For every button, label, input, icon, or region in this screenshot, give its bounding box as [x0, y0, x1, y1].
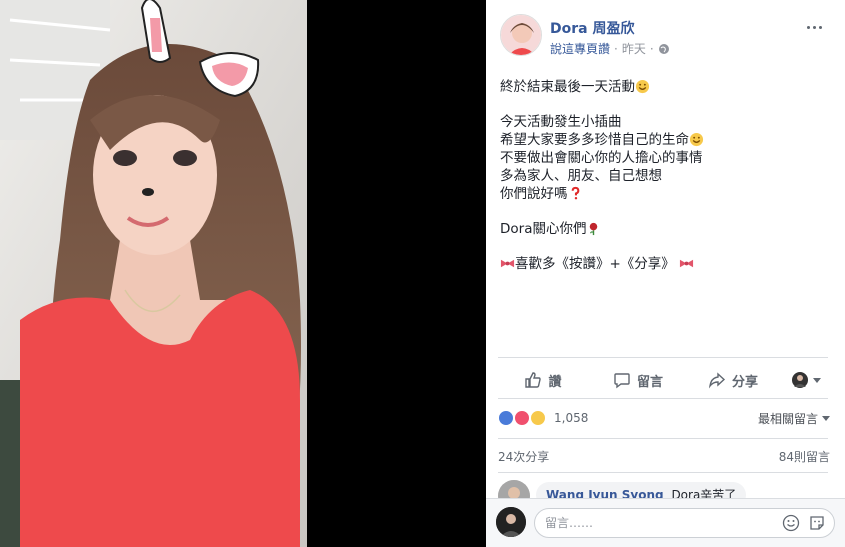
ribbon-icon: [500, 259, 515, 268]
smile-emoji-icon: [689, 132, 704, 147]
comment-sort-dropdown[interactable]: 最相關留言: [758, 410, 830, 427]
comment-input[interactable]: 留言……: [534, 508, 835, 538]
composer-tools: [782, 514, 826, 532]
haha-reaction-icon: [530, 410, 546, 426]
rose-icon: [590, 222, 598, 236]
comment-count[interactable]: 84則留言: [779, 448, 830, 465]
post-meta: 說這專頁讚 · 昨天 ·: [550, 40, 670, 57]
globe-icon: [658, 43, 669, 54]
sticker-icon[interactable]: [808, 514, 826, 532]
share-button[interactable]: 分享: [688, 364, 778, 396]
reaction-summary[interactable]: 1,058: [498, 410, 588, 426]
share-icon: [708, 372, 726, 389]
chevron-down-icon: [822, 415, 830, 421]
post-line: 你們說好嗎: [500, 185, 830, 203]
thumbs-up-icon: [525, 372, 542, 388]
post-line: Dora關心你們: [500, 220, 830, 238]
like-page-link[interactable]: 說這專頁讚: [550, 40, 610, 57]
question-mark-icon: [571, 186, 579, 200]
share-count[interactable]: 24次分享: [498, 448, 549, 465]
post-stats: 24次分享 84則留言: [498, 446, 830, 466]
page-name-link[interactable]: Dora 周盈欣: [550, 18, 634, 38]
post-line: 終於結束最後一天活動: [500, 78, 830, 96]
more-options-button[interactable]: [804, 20, 824, 34]
avatar: [496, 507, 526, 537]
separator-dot: ·: [649, 41, 654, 56]
post-line: 希望大家要多多珍惜自己的生命: [500, 131, 830, 149]
smile-emoji-icon: [635, 79, 650, 94]
reactions-bar: 1,058 最相關留言: [498, 406, 830, 430]
divider: [498, 472, 828, 473]
like-button[interactable]: 讚: [498, 364, 588, 396]
selfie-image: [0, 0, 307, 547]
comment-icon: [614, 373, 630, 389]
divider: [498, 398, 828, 399]
reaction-count: 1,058: [554, 411, 589, 425]
comment-button[interactable]: 留言: [588, 364, 688, 396]
post-panel: Dora 周盈欣 說這專頁讚 · 昨天 · 終於結束最後一天活動 今天活動發生小…: [486, 0, 845, 547]
post-body: 終於結束最後一天活動 今天活動發生小插曲 希望大家要多多珍惜自己的生命 不要做出…: [500, 78, 830, 273]
emoji-icon[interactable]: [782, 514, 800, 532]
post-line: 今天活動發生小插曲: [500, 114, 622, 130]
post-actions: 讚 留言 分享: [498, 364, 833, 396]
ribbon-icon: [680, 259, 694, 268]
page-avatar[interactable]: [500, 14, 542, 56]
divider: [498, 438, 828, 439]
react-as-selector[interactable]: [778, 364, 833, 396]
divider: [498, 357, 828, 358]
lightbox-gap: [307, 0, 486, 547]
love-reaction-icon: [514, 410, 530, 426]
post-time[interactable]: 昨天: [622, 40, 646, 57]
chevron-down-icon: [812, 377, 821, 383]
post-line: 多為家人、朋友、自己想想: [500, 168, 662, 184]
post-header: Dora 周盈欣 說這專頁讚 · 昨天 ·: [500, 14, 830, 62]
meta-separator: ·: [614, 41, 618, 56]
post-line: 喜歡多《按讚》+《分享》: [500, 255, 830, 273]
like-reaction-icon: [498, 410, 514, 426]
profile-avatar-icon: [791, 372, 808, 388]
post-line: 不要做出會關心你的人擔心的事情: [500, 150, 703, 166]
comment-composer: 留言……: [486, 498, 845, 547]
post-photo[interactable]: [0, 0, 307, 547]
